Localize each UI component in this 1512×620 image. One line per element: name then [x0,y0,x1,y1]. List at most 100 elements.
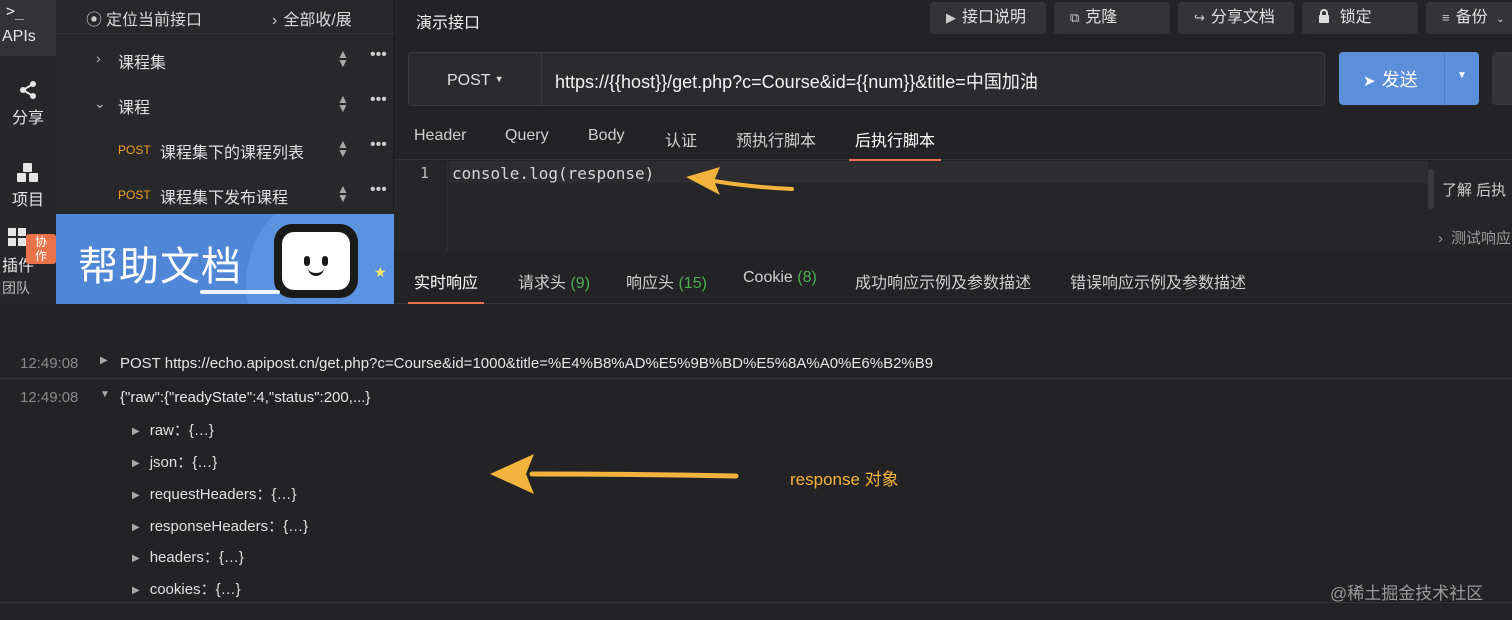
url-input[interactable]: https://{{host}}/get.php?c=Course&id={{n… [555,68,1038,94]
object-property-row[interactable]: ▶ responseHeaders：{…} [132,515,308,536]
caret-right-icon[interactable]: ▶ [132,553,140,564]
save-button-partial[interactable] [1492,52,1512,105]
log-timestamp: 12:49:08 [20,389,79,406]
post-script-editor[interactable]: 1 console.log(response) [394,161,1428,251]
more-icon[interactable]: ••• [370,46,387,64]
rail-item-plugins[interactable]: 协作 插件 [0,228,56,276]
paper-plane-icon: ➤ [1363,73,1376,90]
learn-post-script-link[interactable]: 了解 后执 [1442,179,1506,200]
tree-folder-course-set[interactable]: › 课程集 ▲ ▼ ••• [56,38,394,82]
object-property-row[interactable]: ▶ cookies：{…} [132,578,241,599]
script-help-panel: 了解 后执 › 测试响应 [1428,161,1512,251]
expand-collapse-all-button[interactable]: › 全部收/展 [272,6,352,30]
object-property-row[interactable]: ▶ json：{…} [132,451,217,472]
locate-current-button[interactable]: ⦿ 定位当前接口 [86,6,202,30]
console-entry[interactable]: 12:49:08 ▶ POST https://echo.apipost.cn/… [0,353,1512,379]
copy-icon: ⧉ [1070,10,1080,25]
caret-right-icon[interactable]: ▶ [132,426,140,437]
left-rail: >_ APIs 分享 项目 协作 插件 团队 [0,0,56,304]
tab-request-headers[interactable]: 请求头 (9) [518,269,590,293]
api-title[interactable]: 演示接口 [416,9,480,33]
send-options-dropdown[interactable]: ▼ [1457,70,1467,81]
more-icon[interactable]: ••• [370,181,387,199]
tree-api-publish-course[interactable]: POST 课程集下发布课程 ▲ ▼ ••• [56,173,394,217]
chevron-right-icon[interactable]: › [96,50,101,66]
test-response-link[interactable]: › 测试响应 [1438,227,1511,248]
chevron-right-icon: › [272,12,278,29]
rail-item-projects[interactable]: 项目 [0,162,56,210]
more-icon[interactable]: ••• [370,91,387,109]
lock-icon [1318,9,1334,25]
request-tabs: Header Query Body 认证 预执行脚本 后执行脚本 [394,116,1512,161]
tab-success-example[interactable]: 成功响应示例及参数描述 [855,269,1031,293]
database-icon: ≡ [1442,10,1450,25]
share-arrow-icon: ↪ [1194,10,1205,25]
banner-decoration [200,290,280,294]
divider [0,602,1512,603]
annotation-label: response 对象 [790,470,899,489]
console-entry[interactable]: 12:49:08 ▼ {"raw":{"readyState":4,"statu… [0,387,1512,413]
caret-down-icon[interactable]: ▼ [100,389,110,400]
chevron-right-icon: › [1438,230,1443,247]
tab-auth[interactable]: 认证 [665,127,697,151]
watermark: @稀土掘金技术社区 [1330,584,1484,603]
share-doc-button[interactable]: ↪ 分享文档 [1178,2,1294,34]
help-docs-banner[interactable]: 帮助文档 ★ [56,214,394,304]
log-text: POST https://echo.apipost.cn/get.php?c=C… [120,355,934,372]
method-tag: POST [118,143,151,157]
clone-button[interactable]: ⧉ 克隆 [1054,2,1170,34]
drag-sort-icon[interactable]: ▲ ▼ [337,183,349,204]
caret-right-icon[interactable]: ▶ [132,522,140,533]
tree-toolbar: ⦿ 定位当前接口 › 全部收/展 [56,0,394,34]
play-icon: ▶ [946,10,956,25]
response-tabs: 实时响应 请求头 (9) 响应头 (15) Cookie (8) 成功响应示例及… [394,254,1512,304]
drag-sort-icon[interactable]: ▲ ▼ [337,138,349,159]
caret-right-icon[interactable]: ▶ [132,458,140,469]
lock-button[interactable]: 锁定 [1302,2,1418,34]
line-number: 1 [420,164,430,182]
chevron-down-icon[interactable]: ⌄ [94,95,106,112]
cubes-icon [0,162,56,186]
location-pin-icon: ⦿ [86,12,103,29]
tree-api-course-list[interactable]: POST 课程集下的课程列表 ▲ ▼ ••• [56,128,394,172]
api-tree: ⦿ 定位当前接口 › 全部收/展 › 课程集 ▲ ▼ ••• ⌄ 课程 ▲ ▼ ••• … [56,0,394,214]
panel-resize-handle[interactable] [1428,169,1434,209]
rail-item-team[interactable]: 团队 [2,278,30,298]
tab-response-headers[interactable]: 响应头 (15) [626,269,707,293]
tab-post-script[interactable]: 后执行脚本 [848,127,942,161]
tree-folder-course[interactable]: ⌄ 课程 ▲ ▼ ••• [56,83,394,127]
drag-sort-icon[interactable]: ▲ ▼ [337,48,349,69]
collab-badge: 协作 [26,234,56,264]
method-select[interactable]: POST ▼ [409,53,542,105]
tab-error-example[interactable]: 错误响应示例及参数描述 [1070,269,1246,293]
rail-item-share[interactable]: 分享 [0,80,56,128]
tree-item-label: 课程集 [118,55,167,72]
object-property-row[interactable]: ▶ raw：{…} [132,419,214,440]
caret-right-icon[interactable]: ▶ [132,490,140,501]
rail-item-apis[interactable]: >_ APIs [0,0,56,56]
backup-button[interactable]: ≡ 备份 ⌄ [1426,2,1512,34]
tab-realtime-response[interactable]: 实时响应 [407,269,485,304]
api-doc-button[interactable]: ▶ 接口说明 [930,2,1046,34]
request-url-bar: POST ▼ https://{{host}}/get.php?c=Course&… [408,52,1325,106]
rail-item-label: 分享 [11,110,44,127]
more-icon[interactable]: ••• [370,136,387,154]
send-button[interactable]: ➤ 发送 ▼ [1339,52,1479,105]
object-property-row[interactable]: ▶ headers：{…} [132,546,244,567]
drag-sort-icon[interactable]: ▲ ▼ [337,93,349,114]
tab-pre-script[interactable]: 预执行脚本 [736,127,816,151]
tree-item-label: 课程集下的课程列表 [160,145,305,162]
tab-header[interactable]: Header [414,127,466,145]
method-tag: POST [118,188,151,202]
caret-right-icon[interactable]: ▶ [100,355,108,366]
object-property-row[interactable]: ▶ requestHeaders：{…} [132,483,296,504]
tab-query[interactable]: Query [505,127,549,145]
star-icon: ★ [374,264,387,280]
log-text: {"raw":{"readyState":4,"status":200,...} [120,389,371,406]
code-line[interactable]: console.log(response) [452,164,654,183]
tab-cookie[interactable]: Cookie (8) [743,269,817,287]
tab-body[interactable]: Body [588,127,624,145]
caret-right-icon[interactable]: ▶ [132,585,140,596]
annotation-arrow-code [686,167,794,195]
log-timestamp: 12:49:08 [20,355,79,372]
